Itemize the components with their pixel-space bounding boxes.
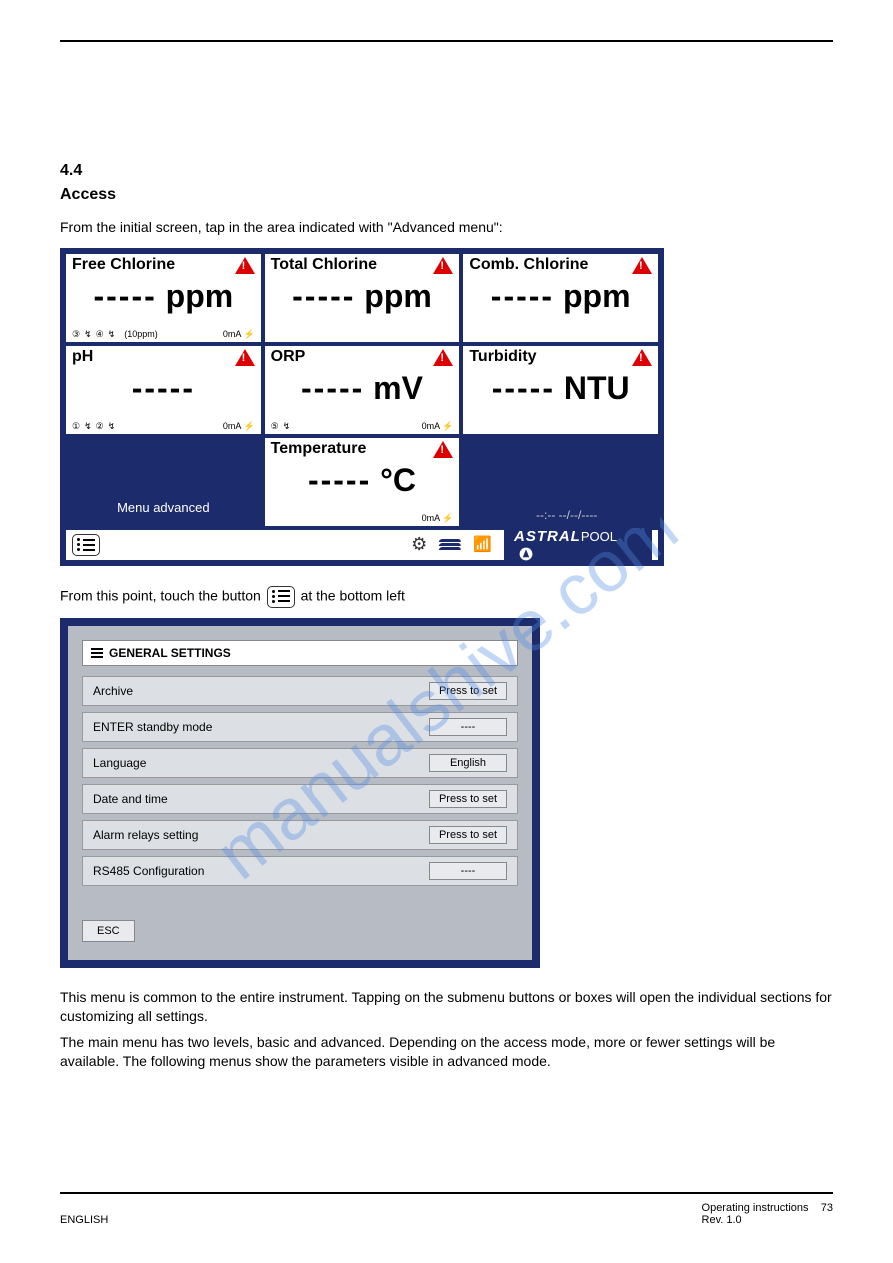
waves-icon[interactable] (439, 539, 461, 550)
page-footer: ENGLISH Operating instructions 73 Rev. 1… (60, 1192, 833, 1226)
tile-title: Total Chlorine (271, 256, 454, 274)
settings-label: Alarm relays setting (93, 828, 198, 842)
ma-indicator: 0mA (223, 421, 255, 432)
ma-indicator: 0mA (223, 329, 255, 340)
alert-icon (433, 257, 453, 274)
ma-indicator: 0mA (422, 513, 454, 524)
tile-clock: --:-- --/--/---- (461, 436, 660, 528)
settings-label: Archive (93, 684, 133, 698)
top-rule (60, 40, 833, 42)
tile-reading: ----- mV (271, 370, 454, 407)
section-intro: From the initial screen, tap in the area… (60, 218, 833, 238)
menu-list-icon (267, 586, 295, 608)
alert-icon (235, 257, 255, 274)
clock-text: --:-- --/--/---- (469, 508, 664, 522)
tile-ph[interactable]: pH ----- ①↯ ②↯ 0mA (64, 344, 263, 436)
gear-icon[interactable] (411, 534, 427, 555)
tile-turbidity[interactable]: Turbidity ----- NTU (461, 344, 660, 436)
menu-list-icon[interactable] (72, 534, 100, 556)
bottom-toolbar: ASTRALPOOL (64, 528, 660, 562)
settings-panel-title: GENERAL SETTINGS (82, 640, 518, 666)
settings-button[interactable]: ---- (429, 718, 507, 736)
esc-button[interactable]: ESC (82, 920, 135, 942)
section-title: Access (60, 186, 833, 204)
mid-instruction: From this point, touch the button at the… (60, 586, 833, 608)
brand-logo: ASTRALPOOL (504, 525, 652, 565)
tile-title: Free Chlorine (72, 256, 255, 274)
settings-row-standby: ENTER standby mode ---- (82, 712, 518, 742)
settings-button[interactable]: English (429, 754, 507, 772)
tile-title: Comb. Chlorine (469, 256, 652, 274)
settings-row-archive: Archive Press to set (82, 676, 518, 706)
section-number: 4.4 (60, 162, 833, 180)
alert-icon (433, 349, 453, 366)
settings-button[interactable]: ---- (429, 862, 507, 880)
tile-reading: ----- ppm (469, 278, 652, 315)
tile-temperature[interactable]: Temperature ----- °C 0mA (263, 436, 462, 528)
tile-orp[interactable]: ORP ----- mV ⑤↯ 0mA (263, 344, 462, 436)
dashboard-screenshot: Free Chlorine ----- ppm ③↯ ④↯ (10ppm) 0m… (60, 248, 664, 566)
settings-label: Date and time (93, 792, 168, 806)
tile-reading: ----- ppm (271, 278, 454, 315)
alert-icon (235, 349, 255, 366)
settings-button[interactable]: Press to set (429, 682, 507, 700)
settings-label: RS485 Configuration (93, 864, 204, 878)
footer-left: ENGLISH (60, 1214, 108, 1226)
settings-row-rs485: RS485 Configuration ---- (82, 856, 518, 886)
tile-reading: ----- (72, 370, 255, 407)
settings-row-language: Language English (82, 748, 518, 778)
alert-icon (433, 441, 453, 458)
settings-row-datetime: Date and time Press to set (82, 784, 518, 814)
menu-advanced-label: Menu advanced (72, 440, 255, 515)
tile-menu-advanced[interactable]: Menu advanced (64, 436, 263, 528)
settings-screenshot: GENERAL SETTINGS Archive Press to set EN… (60, 618, 540, 968)
settings-row-alarm: Alarm relays setting Press to set (82, 820, 518, 850)
tile-title: Turbidity (469, 348, 652, 366)
relay-indicators: ①↯ ②↯ (72, 421, 115, 432)
end-paragraph-2: The main menu has two levels, basic and … (60, 1033, 833, 1072)
relay-indicators: ③↯ ④↯ (10ppm) (72, 329, 158, 340)
tile-title: pH (72, 348, 255, 366)
end-paragraph-1: This menu is common to the entire instru… (60, 988, 833, 1027)
alert-icon (632, 349, 652, 366)
settings-button[interactable]: Press to set (429, 826, 507, 844)
hamburger-icon (91, 648, 103, 658)
alert-icon (632, 257, 652, 274)
ma-indicator: 0mA (422, 421, 454, 432)
tile-title: ORP (271, 348, 454, 366)
tile-reading: ----- °C (271, 462, 454, 499)
wifi-icon[interactable] (473, 535, 492, 554)
tile-reading: ----- ppm (72, 278, 255, 315)
settings-button[interactable]: Press to set (429, 790, 507, 808)
settings-label: ENTER standby mode (93, 720, 212, 734)
relay-indicators: ⑤↯ (271, 421, 291, 432)
tile-comb-chlorine[interactable]: Comb. Chlorine ----- ppm (461, 252, 660, 344)
footer-right: Operating instructions 73 Rev. 1.0 (702, 1202, 833, 1226)
tile-total-chlorine[interactable]: Total Chlorine ----- ppm (263, 252, 462, 344)
tile-free-chlorine[interactable]: Free Chlorine ----- ppm ③↯ ④↯ (10ppm) 0m… (64, 252, 263, 344)
settings-label: Language (93, 756, 146, 770)
tile-reading: ----- NTU (469, 370, 652, 407)
tile-title: Temperature (271, 440, 454, 458)
